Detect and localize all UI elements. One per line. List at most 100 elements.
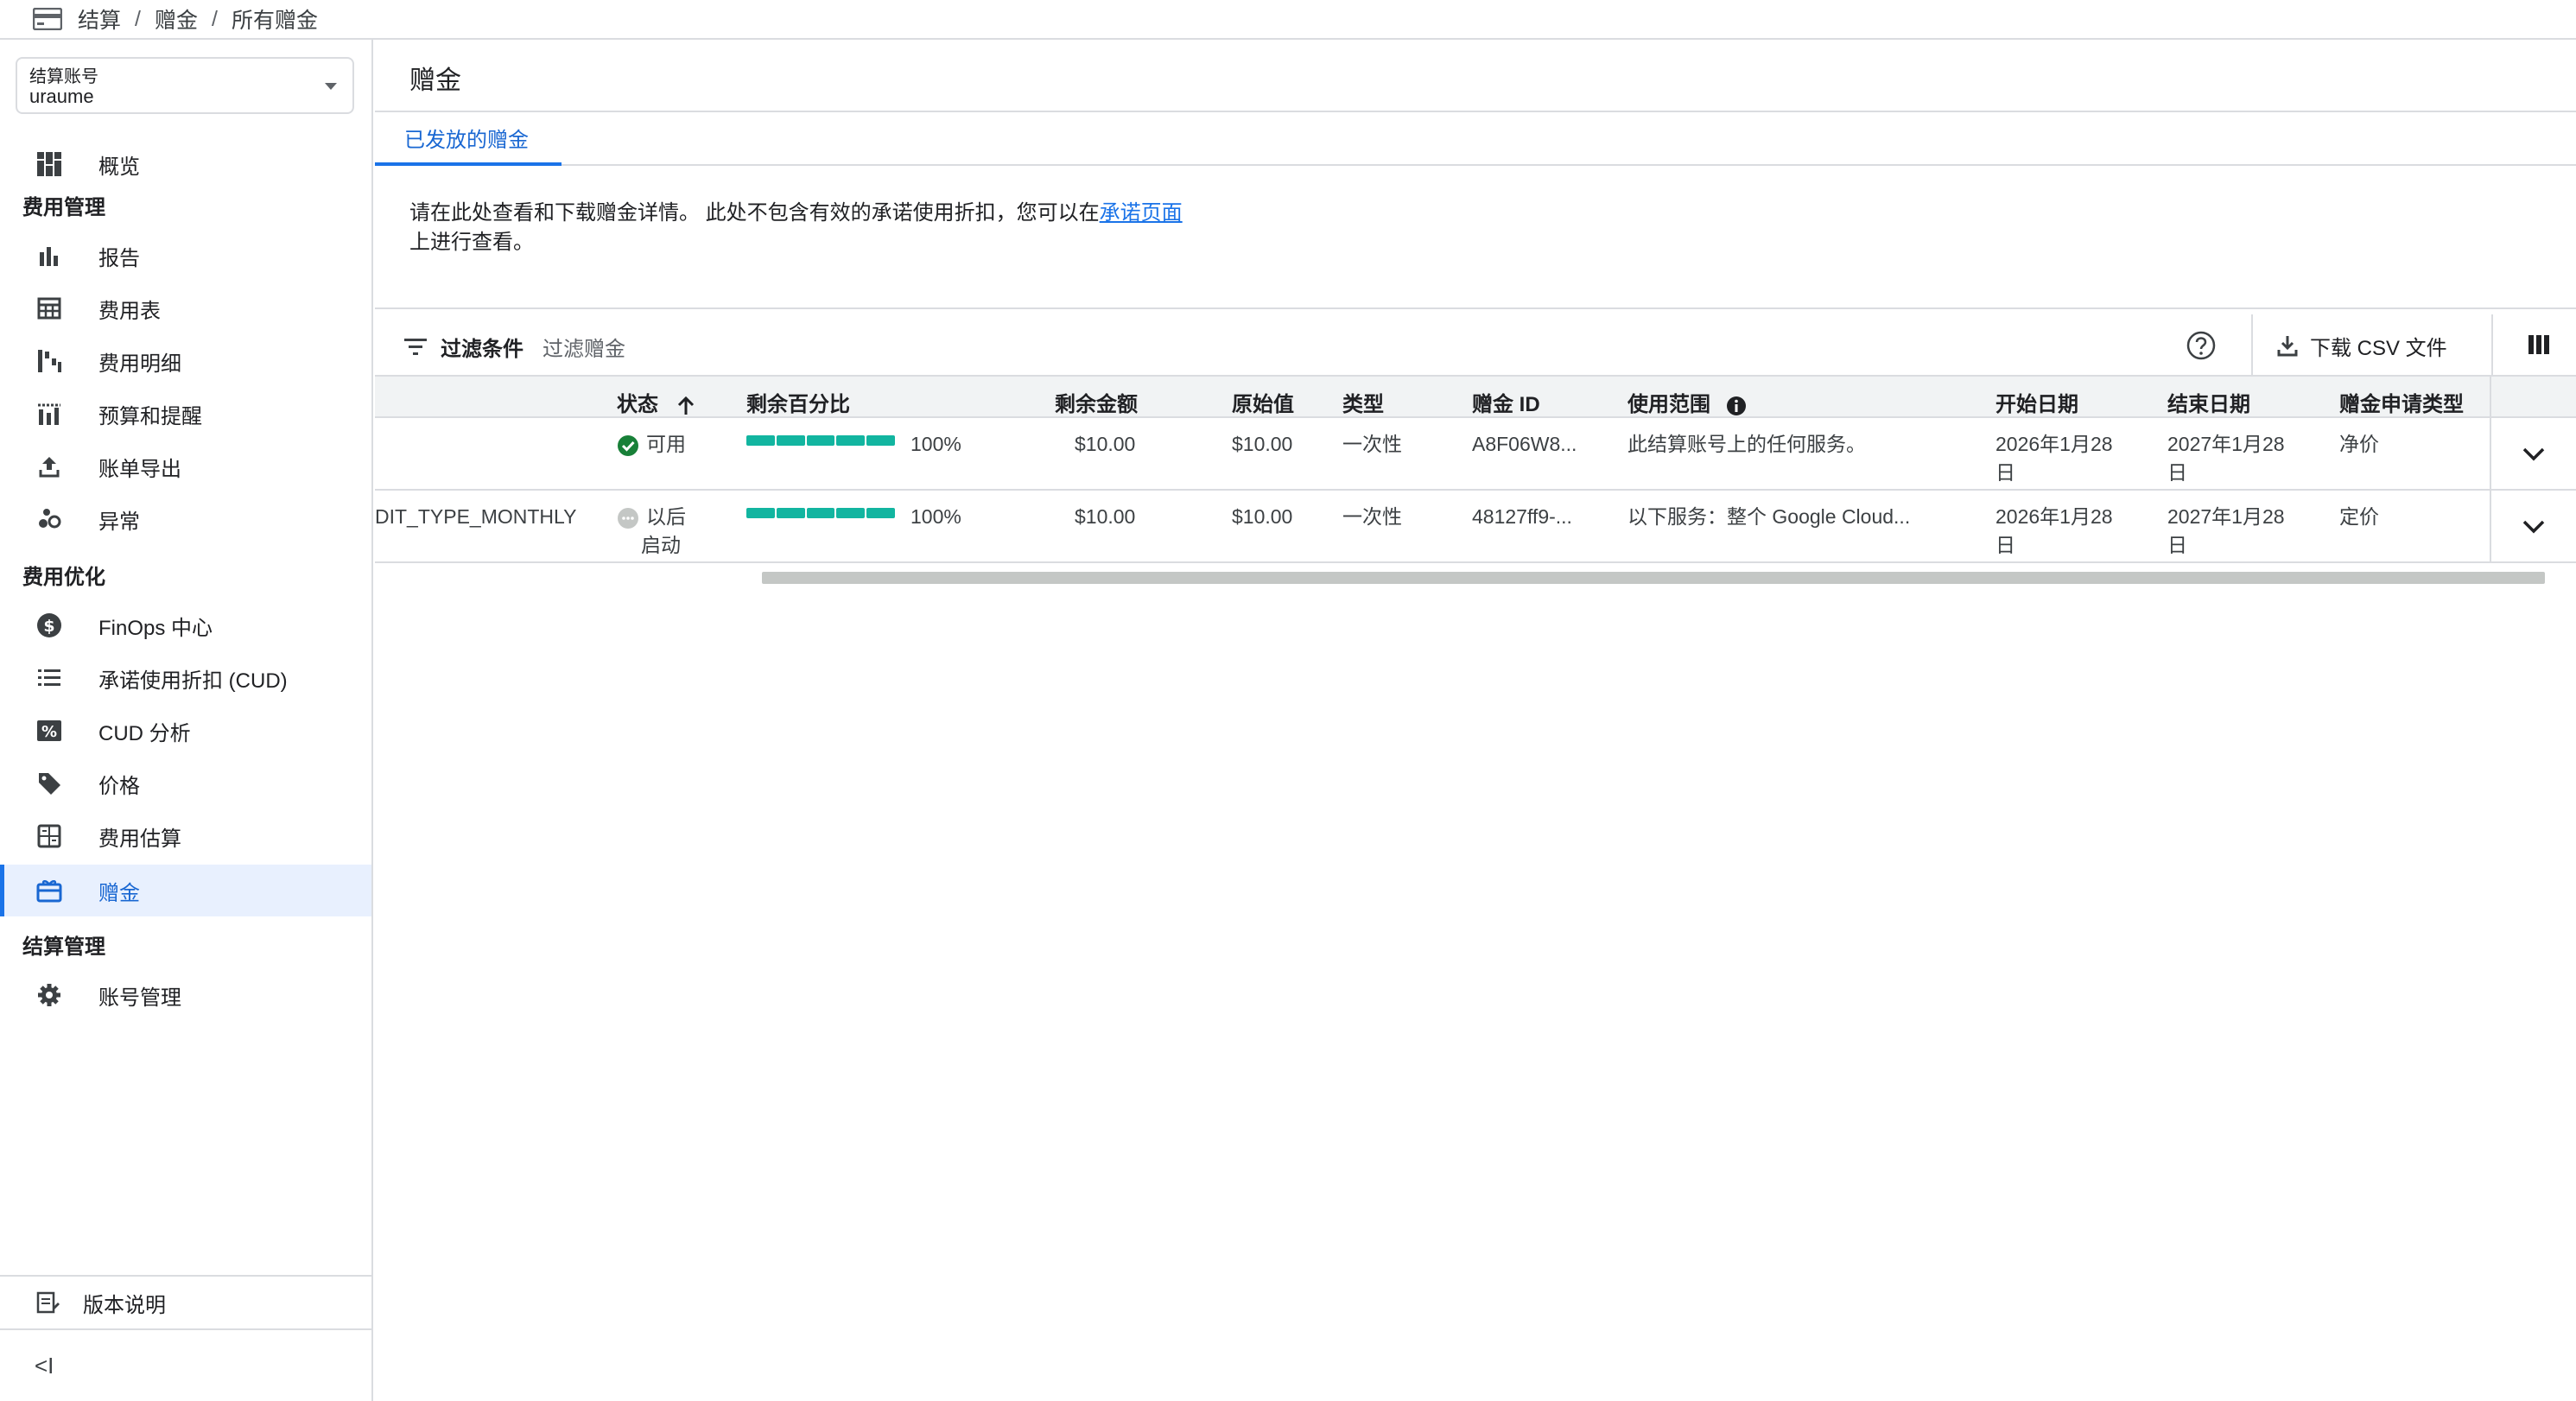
col-remaining-amount[interactable]: 剩余金额	[1055, 387, 1138, 417]
col-status[interactable]: 状态	[617, 387, 697, 417]
sidebar-item-cost-table[interactable]: 费用表	[0, 282, 371, 334]
cell-name: DIT_TYPE_MONTHLY	[375, 505, 577, 528]
tab-issued-credits[interactable]: 已发放的赠金	[404, 123, 529, 153]
date-text: 2026年1月28	[1995, 433, 2113, 455]
cell-remaining-amount: $10.00	[1075, 505, 1136, 528]
dollar-icon: $	[35, 611, 64, 640]
date-text: 日	[1995, 534, 2015, 556]
section-cost-optimization: 费用优化	[22, 566, 105, 589]
sidebar-item-account-management[interactable]: 账号管理	[0, 969, 371, 1021]
check-circle-icon	[618, 434, 638, 456]
sidebar-item-estimates[interactable]: 费用估算	[0, 810, 371, 862]
cell-scope: 以下服务：整个 Google Cloud...	[1627, 505, 1911, 528]
horizontal-scrollbar[interactable]	[762, 572, 2545, 584]
col-type[interactable]: 类型	[1342, 387, 1384, 417]
cell-type: 一次性	[1342, 505, 1402, 528]
chevron-down-icon	[2522, 447, 2545, 461]
release-notes-icon	[36, 1291, 60, 1314]
sidebar-item-budgets[interactable]: 预算和提醒	[0, 388, 371, 440]
gift-card-icon	[35, 876, 64, 905]
sidebar-item-label: 报告	[98, 246, 140, 270]
divider	[375, 307, 2576, 309]
expand-row-button[interactable]	[2490, 491, 2576, 563]
table-row[interactable]: DIT_TYPE_MONTHLY 以后 启动 100% $10.00 $10.00…	[375, 491, 2576, 563]
col-remaining-percent[interactable]: 剩余百分比	[746, 387, 850, 417]
cell-start-date: 2026年1月28 日	[1995, 503, 2113, 560]
status-label: 启动	[641, 534, 681, 556]
status-label: 以后	[646, 505, 686, 528]
sidebar-item-credits[interactable]: 赠金	[0, 865, 371, 916]
status-label: 可用	[646, 433, 686, 455]
download-csv-button[interactable]: 下载 CSV 文件	[2275, 326, 2447, 365]
sidebar-item-billing-export[interactable]: 账单导出	[0, 441, 371, 492]
table-icon	[35, 294, 64, 323]
sidebar-item-cud-analysis[interactable]: % CUD 分析	[0, 705, 371, 757]
account-value: uraume	[29, 86, 94, 107]
collapse-sidebar-button[interactable]: <I	[0, 1328, 371, 1401]
collapse-icon: <I	[35, 1352, 54, 1379]
divider	[375, 164, 2576, 166]
cell-end-date: 2027年1月28 日	[2167, 430, 2285, 487]
tag-icon	[35, 769, 64, 798]
col-start-date[interactable]: 开始日期	[1995, 387, 2078, 417]
col-credit-id[interactable]: 赠金 ID	[1472, 387, 1540, 417]
dashboard-icon	[35, 149, 64, 179]
expand-row-button[interactable]	[2490, 418, 2576, 491]
column-display-icon[interactable]	[2526, 332, 2552, 358]
cell-claim-type: 净价	[2339, 433, 2379, 455]
sidebar-item-anomalies[interactable]: 异常	[0, 493, 371, 545]
breadcrumb-credits[interactable]: 赠金	[155, 3, 198, 35]
section-billing-management: 结算管理	[22, 935, 105, 959]
svg-text:%: %	[41, 723, 57, 741]
sidebar-item-cost-breakdown[interactable]: 费用明细	[0, 335, 371, 387]
sidebar-item-reports[interactable]: 报告	[0, 230, 371, 282]
svg-text:$: $	[43, 617, 54, 636]
cell-credit-id[interactable]: A8F06W8...	[1472, 430, 1577, 459]
cell-scope: 此结算账号上的任何服务。	[1627, 433, 1866, 455]
col-original-value[interactable]: 原始值	[1232, 387, 1294, 417]
breadcrumb-separator: /	[135, 6, 141, 31]
date-text: 2027年1月28	[2167, 505, 2285, 528]
sidebar-item-label: 异常	[98, 510, 140, 534]
table-row[interactable]: 可用 100% $10.00 $10.00 一次性 A8F06W8... 此结算…	[375, 418, 2576, 491]
help-icon[interactable]	[2184, 328, 2218, 363]
cell-status: 可用	[617, 430, 686, 459]
cell-remaining-amount: $10.00	[1075, 433, 1136, 455]
pending-icon	[618, 507, 638, 529]
filter-input[interactable]: 过滤赠金	[542, 332, 625, 362]
main-content: 赠金 已发放的赠金 请在此处查看和下载赠金详情。 此处不包含有效的承诺使用折扣，…	[375, 40, 2576, 1401]
filter-bar[interactable]: 过滤条件 过滤赠金	[403, 325, 625, 368]
commitments-page-link[interactable]: 承诺页面	[1100, 201, 1183, 225]
col-end-date[interactable]: 结束日期	[2167, 387, 2250, 417]
cell-start-date: 2026年1月28 日	[1995, 430, 2113, 487]
description-text: 上进行查看。	[409, 231, 534, 254]
sidebar-item-label: 费用明细	[98, 352, 181, 376]
info-icon[interactable]	[1725, 395, 1748, 417]
download-csv-label: 下载 CSV 文件	[2310, 336, 2447, 360]
sidebar-item-label: CUD 分析	[98, 721, 191, 745]
cell-status: 以后启动	[617, 503, 686, 560]
page-title: 赠金	[409, 67, 461, 95]
sidebar-item-overview[interactable]: 概览	[0, 138, 371, 190]
sidebar-item-pricing[interactable]: 价格	[0, 758, 371, 809]
cell-original-value: $10.00	[1232, 433, 1293, 455]
cell-claim-type: 定价	[2339, 505, 2379, 528]
breadcrumb-billing[interactable]: 结算	[78, 3, 121, 35]
cell-remaining-percent: 100%	[910, 505, 961, 528]
filter-label: 过滤条件	[441, 337, 523, 361]
billing-account-selector[interactable]: 结算账号 uraume	[16, 57, 354, 114]
sidebar-item-cud[interactable]: 承诺使用折扣 (CUD)	[0, 652, 371, 704]
divider	[2490, 377, 2491, 416]
col-scope[interactable]: 使用范围	[1627, 387, 1748, 417]
page-description: 请在此处查看和下载赠金详情。 此处不包含有效的承诺使用折扣，您可以在承诺页面上进…	[409, 199, 1187, 257]
sidebar-item-label: 赠金	[98, 881, 140, 905]
cell-remaining-percent: 100%	[910, 433, 961, 455]
sidebar-item-finops[interactable]: $ FinOps 中心	[0, 599, 371, 651]
sidebar-item-label: 预算和提醒	[98, 404, 202, 428]
sidebar-item-label: 概览	[98, 155, 140, 179]
gear-icon	[35, 980, 64, 1010]
release-notes-link[interactable]: 版本说明	[0, 1275, 371, 1328]
col-claim-type[interactable]: 赠金申请类型	[2339, 387, 2464, 417]
cell-credit-id[interactable]: 48127ff9-...	[1472, 503, 1572, 531]
sidebar: 结算账号 uraume 概览 费用管理 报告 费用表 费用明细 预算和提醒 账单…	[0, 40, 373, 1401]
